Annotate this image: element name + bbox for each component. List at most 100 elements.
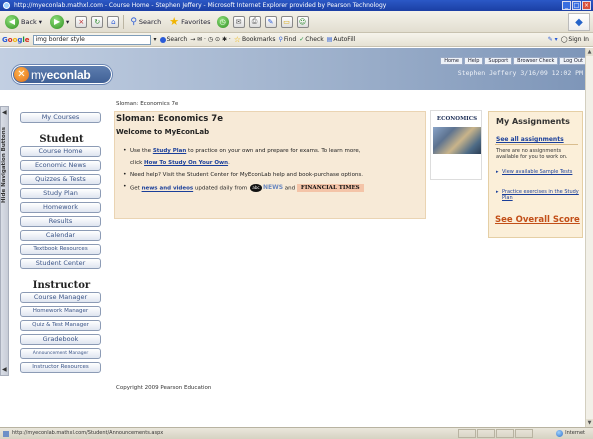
vertical-scrollbar[interactable]: ▲ ▼	[585, 48, 593, 427]
financial-times-button[interactable]: FINANCIAL TIMES	[296, 184, 364, 192]
study-plan-link[interactable]: Study Plan	[153, 148, 187, 154]
sidebar-item-course-home[interactable]: Course Home	[20, 146, 101, 157]
messenger-icon[interactable]: ☺	[296, 15, 309, 28]
divider	[495, 144, 578, 145]
google-search-input[interactable]	[32, 34, 151, 45]
list-item: Get news and videos updated daily from a…	[123, 184, 420, 192]
spell-check-button[interactable]: ✓ Check	[299, 36, 324, 43]
star-icon: ☆	[233, 35, 241, 44]
my-courses-button[interactable]: My Courses	[20, 112, 101, 123]
sidebar-item-quiz-test-manager[interactable]: Quiz & Test Manager	[20, 320, 101, 331]
sidebar: My Courses Student Course Home Economic …	[20, 112, 103, 376]
sidebar-item-course-manager[interactable]: Course Manager	[20, 292, 101, 303]
myeconlab-logo[interactable]: ✕ myeconlab	[12, 65, 112, 84]
hide-navigation-tab[interactable]: ◀ Hide Navigation Buttons ◀	[0, 106, 9, 376]
assignments-title: My Assignments	[496, 117, 570, 126]
close-button[interactable]: ×	[582, 1, 591, 10]
sidebar-item-economic-news[interactable]: Economic News	[20, 160, 101, 171]
collapse-arrow-icon: ◀	[2, 109, 7, 116]
scroll-up-icon[interactable]: ▲	[586, 48, 593, 56]
sidebar-item-calendar[interactable]: Calendar	[20, 230, 101, 241]
print-icon[interactable]: ⎙	[248, 15, 261, 28]
star-icon: ★	[169, 15, 180, 28]
search-icon: ⚲	[130, 16, 137, 27]
sidebar-item-gradebook[interactable]: Gradebook	[20, 334, 101, 345]
google-logo: Google	[2, 35, 30, 44]
home-link[interactable]: Home	[440, 57, 463, 65]
forward-button[interactable]: ▶ ▾	[48, 14, 71, 30]
sidebar-item-textbook-resources[interactable]: Textbook Resources	[20, 244, 101, 255]
mail-icon[interactable]: ✉	[232, 15, 245, 28]
sign-in-button[interactable]: ◯ Sign In	[561, 36, 589, 43]
refresh-icon[interactable]: ↻	[91, 15, 104, 28]
folder-icon[interactable]: ▭	[280, 15, 293, 28]
myeconlab-x-icon: ✕	[14, 67, 29, 82]
history-icon[interactable]: ◷	[216, 15, 229, 28]
sidebar-item-student-center[interactable]: Student Center	[20, 258, 101, 269]
overall-score-link[interactable]: See Overall Score	[495, 215, 580, 225]
maximize-button[interactable]: □	[572, 1, 581, 10]
how-to-study-link[interactable]: How To Study On Your Own	[144, 160, 228, 166]
user-info: Stephen Jeffery 3/16/09 12:02 PM	[457, 69, 583, 77]
study-plan-exercises-link[interactable]: Practice exercises in the Study Plan	[496, 189, 582, 201]
google-search-button[interactable]: Search	[159, 36, 187, 43]
sidebar-item-announcement-manager[interactable]: Announcement Manager	[20, 348, 101, 359]
search-button[interactable]: ⚲ Search	[128, 14, 163, 30]
sidebar-item-instructor-resources[interactable]: Instructor Resources	[20, 362, 101, 373]
sample-tests-link[interactable]: View available Sample Tests	[496, 169, 582, 176]
check-icon: ✓	[299, 36, 305, 43]
sidebar-item-quizzes-tests[interactable]: Quizzes & Tests	[20, 174, 101, 185]
support-link[interactable]: Support	[484, 57, 513, 65]
collapse-arrow-icon: ◀	[2, 366, 7, 373]
find-icon: ⚲	[278, 36, 283, 43]
google-settings-icon[interactable]: ✎ ▾	[548, 36, 558, 43]
google-extra-buttons[interactable]: → ✉ · ◷ ⊙ ✱ ·	[190, 36, 231, 43]
find-button[interactable]: ⚲ Find	[279, 36, 297, 43]
forward-arrow-icon: ▶	[50, 14, 65, 29]
page-content: ✕ myeconlab Home Help Support Browser Ch…	[0, 48, 593, 427]
sidebar-item-homework-manager[interactable]: Homework Manager	[20, 306, 101, 317]
header-links: Home Help Support Browser Check Log Out	[440, 57, 587, 65]
myeconlab-header: ✕ myeconlab Home Help Support Browser Ch…	[0, 48, 593, 90]
book-title: ECONOMICS	[436, 116, 478, 122]
book-cover-image[interactable]: ECONOMICS	[430, 110, 482, 180]
abc-news-text[interactable]: NEWS	[263, 184, 283, 191]
sidebar-item-study-plan[interactable]: Study Plan	[20, 188, 101, 199]
abc-news-logo[interactable]: abc	[250, 184, 262, 192]
stop-icon[interactable]: ×	[75, 15, 88, 28]
dropdown-arrow-icon[interactable]: ▾	[154, 36, 157, 43]
navigation-toolbar: ◀ Back ▾ ▶ ▾ × ↻ ⌂ ⚲ Search ★ Favorites …	[0, 11, 593, 33]
scroll-down-icon[interactable]: ▼	[586, 419, 593, 427]
log-out-link[interactable]: Log Out	[559, 57, 587, 65]
help-link[interactable]: Help	[464, 57, 484, 65]
minimize-button[interactable]: _	[562, 1, 571, 10]
edit-icon[interactable]: ✎	[264, 15, 277, 28]
favorites-button[interactable]: ★ Favorites	[167, 14, 212, 30]
bookmarks-button[interactable]: ☆ Bookmarks	[234, 35, 276, 44]
book-cover-photo	[433, 127, 481, 154]
toolbar-separator	[123, 14, 125, 29]
windows-logo-icon: ◆	[568, 13, 590, 31]
news-videos-link[interactable]: news and videos	[142, 186, 194, 192]
copyright-text: Copyright 2009 Pearson Education	[116, 385, 212, 391]
dropdown-arrow-icon: ▾	[38, 17, 43, 26]
sidebar-item-results[interactable]: Results	[20, 216, 101, 227]
home-icon[interactable]: ⌂	[107, 15, 120, 28]
instructor-heading: Instructor	[32, 280, 91, 291]
dropdown-arrow-icon: ▾	[66, 17, 70, 26]
browser-check-link[interactable]: Browser Check	[513, 57, 559, 65]
welcome-instructions: Use the Study Plan to practice on your o…	[123, 148, 420, 198]
autofill-icon: ▤	[326, 36, 333, 43]
student-heading: Student	[39, 134, 84, 145]
no-assignments-text: There are no assignments available for y…	[496, 148, 568, 160]
see-all-assignments-link[interactable]: See all assignments	[496, 136, 564, 143]
status-bar: http://myeconlab.mathxl.com/Student/Anno…	[0, 427, 593, 439]
autofill-button[interactable]: ▤ AutoFill	[327, 36, 356, 43]
sidebar-item-homework[interactable]: Homework	[20, 202, 101, 213]
security-zone: Internet	[556, 428, 585, 439]
ie-icon	[3, 2, 10, 9]
list-item: Use the Study Plan to practice on your o…	[123, 148, 420, 166]
back-button[interactable]: ◀ Back ▾	[3, 14, 44, 30]
page-title: Sloman: Economics 7e	[116, 114, 223, 124]
window-controls: _ □ ×	[562, 1, 591, 10]
